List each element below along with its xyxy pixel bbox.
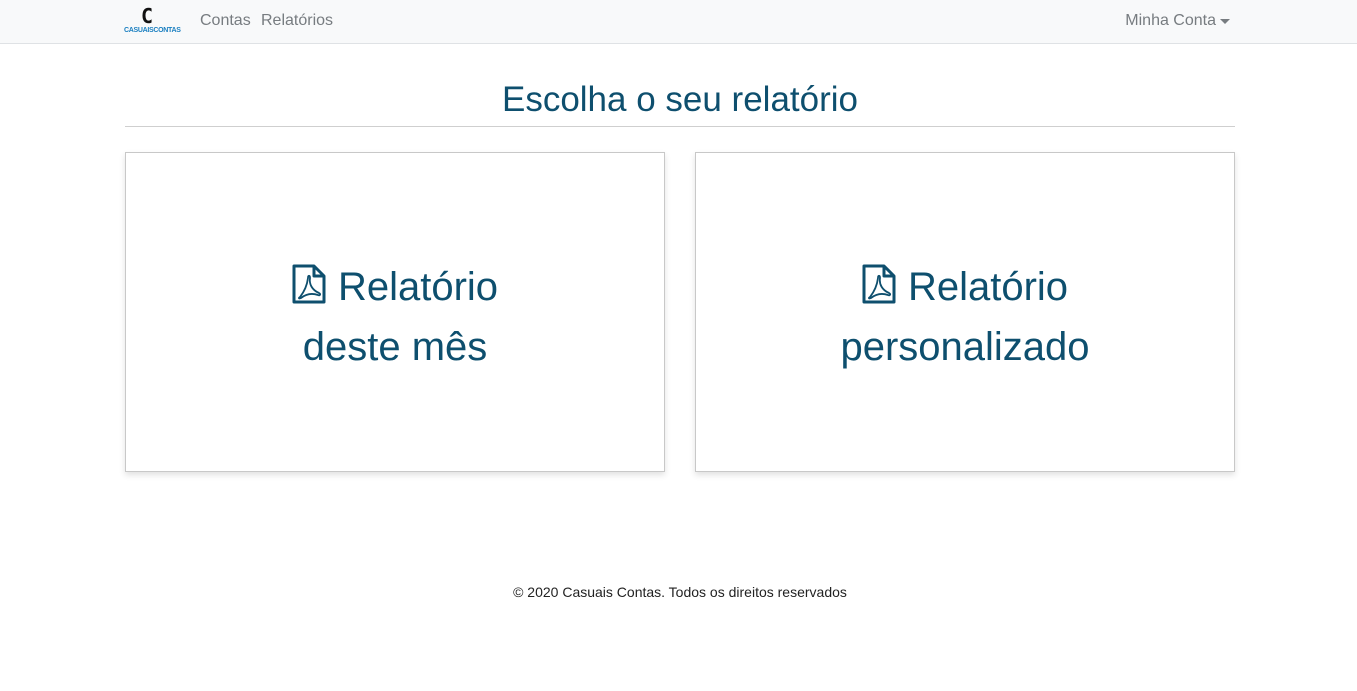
report-card-content: Relatório deste mês [126, 257, 664, 377]
report-card-heading: Relatório [126, 257, 664, 317]
footer-copyright: © 2020 Casuais Contas. Todos os direitos… [513, 584, 847, 600]
nav-link-contas[interactable]: Contas [200, 12, 251, 30]
report-card-subtitle: deste mês [302, 325, 488, 369]
nav-link-relatorios[interactable]: Relatórios [261, 12, 333, 30]
account-dropdown-label: Minha Conta [1125, 12, 1216, 29]
report-card-heading: Relatório [696, 257, 1234, 317]
account-dropdown[interactable]: Minha Conta [1125, 12, 1230, 30]
brand-logo[interactable]: C CASUAISCONTAS [124, 4, 181, 38]
top-navbar: C CASUAISCONTAS Contas Relatórios Minha … [0, 0, 1357, 44]
brand-logo-text: CASUAISCONTAS [124, 27, 181, 34]
report-card-current-month[interactable]: Relatório deste mês [125, 152, 665, 472]
brand-logo-letter: C [141, 4, 154, 28]
page-title: Escolha o seu relatório [501, 80, 859, 119]
report-card-subtitle: personalizado [840, 325, 1090, 369]
report-card-custom[interactable]: Relatório personalizado [695, 152, 1235, 472]
file-pdf-icon [862, 264, 896, 304]
title-divider [125, 126, 1235, 127]
file-pdf-icon [292, 264, 326, 304]
report-card-title: Relatório [907, 265, 1069, 309]
report-card-title: Relatório [337, 265, 499, 309]
caret-down-icon [1220, 18, 1230, 24]
report-card-content: Relatório personalizado [696, 257, 1234, 377]
